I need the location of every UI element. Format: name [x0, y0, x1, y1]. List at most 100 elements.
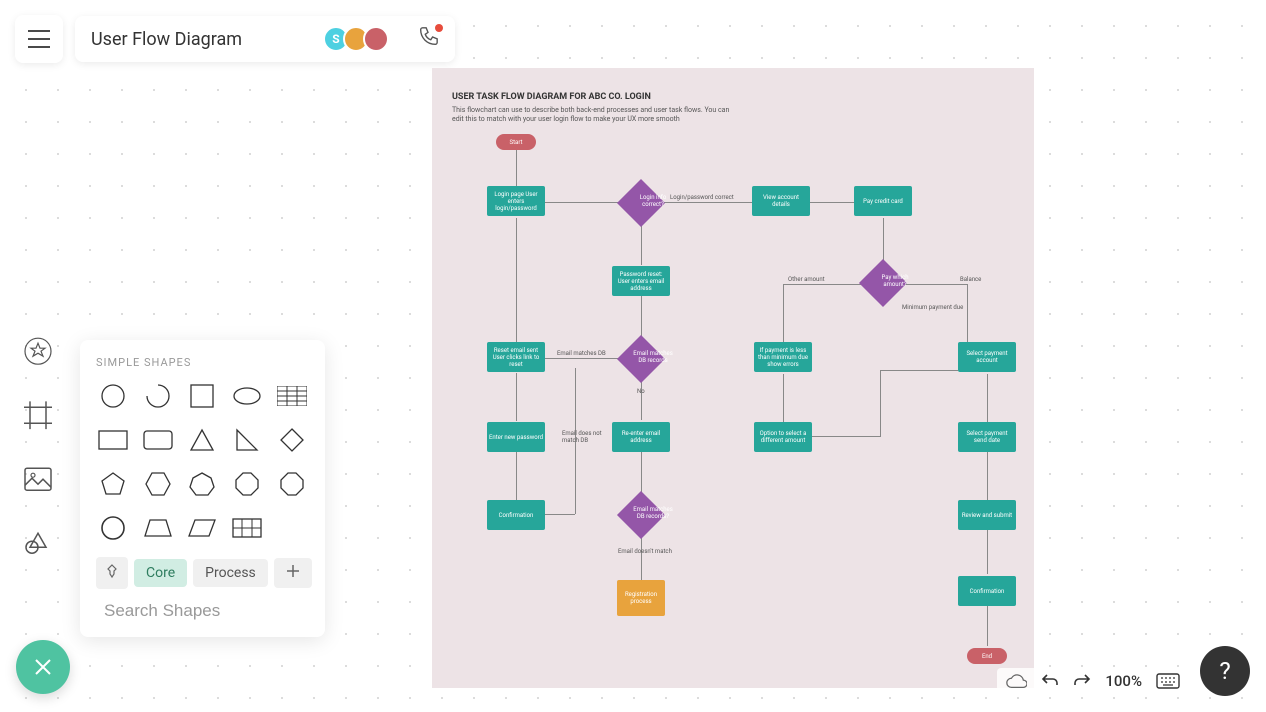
- shape-hexagon[interactable]: [141, 469, 176, 499]
- undo-icon[interactable]: [1041, 672, 1059, 690]
- title-bar: User Flow Diagram S: [75, 16, 455, 62]
- node-pay-card[interactable]: Pay credit card: [854, 186, 912, 216]
- shape-circle[interactable]: [96, 381, 131, 411]
- connector: [880, 370, 958, 371]
- connector: [987, 530, 988, 574]
- shape-heptagon[interactable]: [185, 469, 220, 499]
- bottom-toolbar: 100%: [997, 668, 1188, 694]
- keyboard-icon[interactable]: [1156, 673, 1180, 689]
- node-email-match[interactable]: Email matches DB records: [617, 335, 665, 383]
- node-confirmation[interactable]: Confirmation: [487, 500, 545, 530]
- shape-table-lined[interactable]: [274, 381, 309, 411]
- node-enter-pw[interactable]: Enter new password: [487, 422, 545, 452]
- node-login-page[interactable]: Login page User enters login/password: [487, 186, 545, 216]
- shape-pentagon[interactable]: [96, 469, 131, 499]
- node-email-match2[interactable]: Email matches DB records?: [617, 491, 665, 539]
- shape-diamond[interactable]: [274, 425, 309, 455]
- label-email-no-match2: Email doesn't match: [618, 548, 672, 555]
- label-email-no-match: Email does not match DB: [562, 430, 602, 444]
- node-reenter-email[interactable]: Re-enter email address: [612, 422, 670, 452]
- node-review[interactable]: Review and submit: [958, 500, 1016, 530]
- node-reset-sent[interactable]: Reset email sent User clicks link to res…: [487, 342, 545, 372]
- shapes-icon: [24, 531, 52, 555]
- zoom-level[interactable]: 100%: [1105, 672, 1142, 690]
- node-end[interactable]: End: [967, 648, 1007, 664]
- shape-square[interactable]: [185, 381, 220, 411]
- shape-rectangle[interactable]: [96, 425, 131, 455]
- label-other-amount: Other amount: [788, 276, 825, 283]
- shape-parallelogram[interactable]: [185, 513, 220, 543]
- connector: [783, 284, 868, 285]
- help-button[interactable]: ?: [1200, 646, 1250, 696]
- frame-tool-button[interactable]: [20, 397, 56, 433]
- shape-right-triangle[interactable]: [230, 425, 265, 455]
- node-start[interactable]: Start: [496, 134, 536, 150]
- label-no: No: [637, 388, 645, 395]
- label-balance: Balance: [960, 276, 981, 283]
- flowchart-canvas[interactable]: USER TASK FLOW DIAGRAM FOR ABC CO. LOGIN…: [432, 68, 1034, 688]
- shape-triangle[interactable]: [185, 425, 220, 455]
- shape-arc[interactable]: [141, 381, 176, 411]
- add-tab-button[interactable]: [274, 558, 312, 588]
- node-confirm2[interactable]: Confirmation: [958, 576, 1016, 606]
- node-if-payment[interactable]: If payment is less than minimum due show…: [754, 342, 812, 372]
- panel-heading: SIMPLE SHAPES: [96, 356, 309, 369]
- shape-grid: [96, 381, 309, 543]
- node-select-source[interactable]: Select payment account: [958, 342, 1016, 372]
- close-panel-button[interactable]: [16, 640, 70, 694]
- shape-octagon-alt[interactable]: [274, 469, 309, 499]
- label-email-match-db: Email matches DB: [557, 350, 606, 357]
- shape-trapezoid[interactable]: [141, 513, 176, 543]
- close-icon: [32, 656, 54, 678]
- pin-icon: [104, 563, 120, 579]
- shape-rounded-rect[interactable]: [141, 425, 176, 455]
- node-option-select[interactable]: Option to select a different amount: [754, 422, 812, 452]
- connector: [880, 370, 881, 437]
- star-circle-icon: [23, 336, 53, 366]
- shape-ellipse[interactable]: [230, 381, 265, 411]
- flowchart-title: USER TASK FLOW DIAGRAM FOR ABC CO. LOGIN: [452, 92, 651, 102]
- shapes-tool-button[interactable]: [20, 333, 56, 369]
- connector: [987, 374, 988, 422]
- tab-process[interactable]: Process: [193, 559, 268, 587]
- shapes-panel: SIMPLE SHAPES Core Process: [80, 340, 325, 637]
- connector: [967, 284, 968, 342]
- call-button[interactable]: [417, 26, 439, 52]
- node-password-reset[interactable]: Password reset: User enters email addres…: [612, 266, 670, 296]
- shape-octagon[interactable]: [230, 469, 265, 499]
- connector: [516, 373, 517, 421]
- node-pay-which[interactable]: Pay which amount?: [859, 259, 907, 307]
- shape-table[interactable]: [230, 513, 265, 543]
- image-icon: [24, 467, 52, 491]
- redo-icon[interactable]: [1073, 672, 1091, 690]
- flowchart-subtitle: This flowchart can use to describe both …: [452, 106, 732, 124]
- tab-core[interactable]: Core: [134, 559, 187, 587]
- node-registration[interactable]: Registration process: [617, 580, 665, 616]
- document-title[interactable]: User Flow Diagram: [91, 29, 303, 50]
- collaborator-avatars: S: [323, 26, 389, 52]
- avatar-3[interactable]: [363, 26, 389, 52]
- cloud-sync-icon[interactable]: [1005, 672, 1027, 690]
- node-login-match[interactable]: Login info correct?: [617, 179, 665, 227]
- frame-icon: [24, 401, 52, 429]
- connector: [812, 436, 880, 437]
- pin-tab[interactable]: [96, 557, 128, 589]
- plus-icon: [286, 564, 300, 578]
- connector: [545, 358, 620, 359]
- hamburger-icon: [28, 30, 50, 48]
- shape-circle-bold[interactable]: [96, 513, 131, 543]
- label-login-ok: Login/password correct: [670, 194, 734, 201]
- node-view-account[interactable]: View account details: [752, 186, 810, 216]
- tool-sidebar: [20, 333, 56, 561]
- shape-search-input[interactable]: [104, 601, 325, 621]
- label-min-pay: Minimum payment due: [902, 304, 963, 311]
- connector: [987, 452, 988, 500]
- question-icon: ?: [1219, 657, 1230, 685]
- draw-tool-button[interactable]: [20, 525, 56, 561]
- image-tool-button[interactable]: [20, 461, 56, 497]
- connector: [783, 374, 784, 422]
- node-select-date[interactable]: Select payment send date: [958, 422, 1016, 452]
- connector: [516, 218, 517, 342]
- connector: [987, 606, 988, 646]
- hamburger-menu-button[interactable]: [15, 15, 63, 63]
